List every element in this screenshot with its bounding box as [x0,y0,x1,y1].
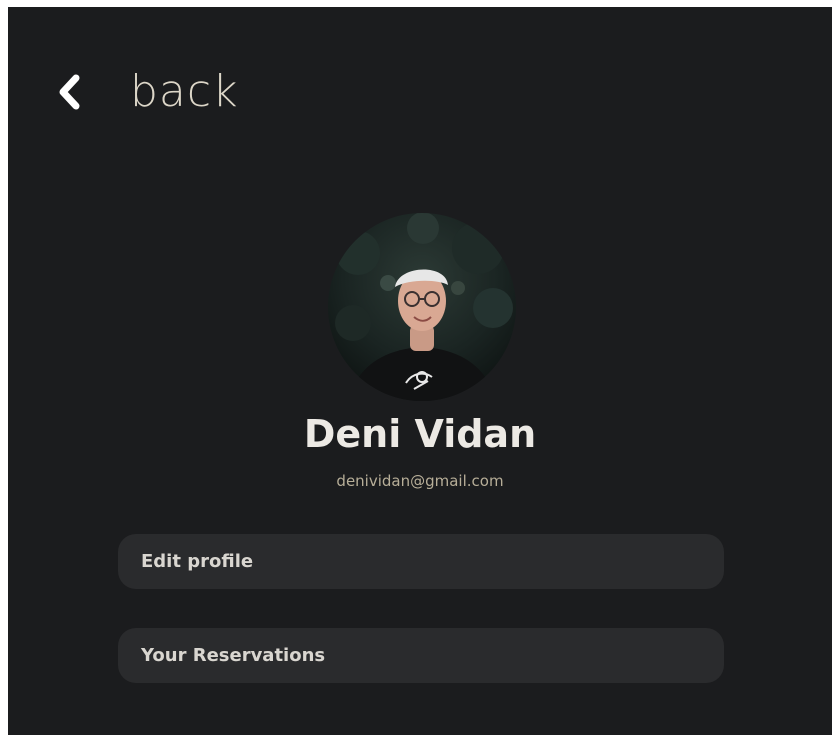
user-name: Deni Vidan [303,412,537,456]
chevron-left-icon[interactable] [54,72,84,112]
avatar [328,213,516,401]
profile-screen: back Deni Vidan denividan@gmail.com Edit… [8,7,832,735]
back-button[interactable]: back [54,62,239,122]
back-label[interactable]: back [130,70,239,114]
your-reservations-button[interactable]: Your Reservations [118,628,724,683]
user-email: denividan@gmail.com [336,472,504,490]
edit-profile-button[interactable]: Edit profile [118,534,724,589]
